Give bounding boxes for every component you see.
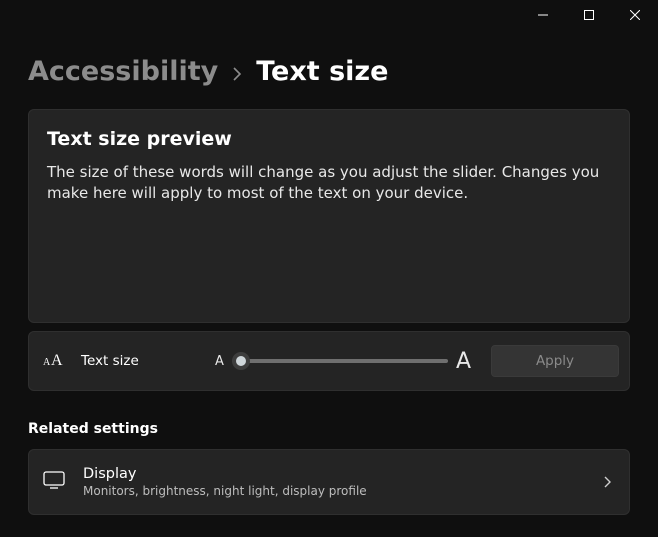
monitor-icon bbox=[43, 471, 65, 493]
text-size-slider[interactable] bbox=[232, 359, 448, 363]
breadcrumb-parent[interactable]: Accessibility bbox=[28, 56, 218, 87]
svg-text:A: A bbox=[43, 357, 51, 368]
maximize-button[interactable] bbox=[566, 0, 612, 30]
preview-body: The size of these words will change as y… bbox=[47, 162, 611, 204]
related-settings-heading: Related settings bbox=[28, 421, 630, 437]
apply-button[interactable]: Apply bbox=[491, 345, 619, 377]
minimize-icon bbox=[538, 10, 548, 20]
slider-min-glyph: A bbox=[215, 354, 224, 369]
text-size-icon: A A bbox=[43, 349, 67, 373]
preview-title: Text size preview bbox=[47, 128, 611, 150]
slider-label: Text size bbox=[81, 353, 139, 369]
text-size-slider-card: A A Text size A A Apply bbox=[28, 331, 630, 391]
display-link-title: Display bbox=[83, 466, 367, 482]
close-icon bbox=[630, 10, 640, 20]
text-size-preview-card: Text size preview The size of these word… bbox=[28, 109, 630, 323]
slider-max-glyph: A bbox=[456, 349, 471, 374]
slider-thumb[interactable] bbox=[232, 352, 250, 370]
minimize-button[interactable] bbox=[520, 0, 566, 30]
maximize-icon bbox=[584, 10, 594, 20]
close-button[interactable] bbox=[612, 0, 658, 30]
titlebar bbox=[0, 0, 658, 32]
breadcrumb: Accessibility Text size bbox=[28, 56, 630, 87]
chevron-right-icon bbox=[603, 473, 611, 492]
display-settings-link[interactable]: Display Monitors, brightness, night ligh… bbox=[28, 449, 630, 515]
page-title: Text size bbox=[256, 56, 388, 87]
chevron-right-icon bbox=[232, 62, 242, 86]
svg-text:A: A bbox=[51, 352, 63, 369]
display-link-subtitle: Monitors, brightness, night light, displ… bbox=[83, 484, 367, 498]
